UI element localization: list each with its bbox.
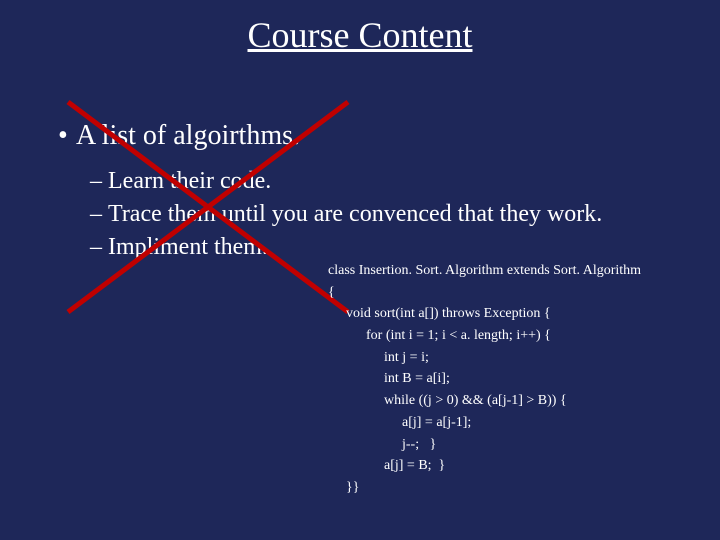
bullet-list: •A list of algoirthms. –Learn their code… [58,120,690,266]
bullet-dot-icon: • [58,120,76,152]
dash-icon: – [90,199,108,230]
code-line: while ((j > 0) && (a[j-1] > B)) { [328,390,641,412]
dash-icon: – [90,166,108,197]
bullet-sub-3-text: Impliment them. [108,234,268,260]
bullet-sub-1: –Learn their code. [90,166,690,197]
code-line: int j = i; [328,347,641,369]
code-line: a[j] = a[j-1]; [328,412,641,434]
slide: Course Content •A list of algoirthms. –L… [0,0,720,540]
bullet-main: •A list of algoirthms. [58,120,690,152]
bullet-sub-1-text: Learn their code. [108,168,271,194]
bullet-sub-3: –Impliment them. [90,232,690,263]
code-line: a[j] = B; } [328,455,641,477]
code-line: j--; } [328,434,641,456]
dash-icon: – [90,232,108,263]
code-line: { [328,282,641,304]
code-line: for (int i = 1; i < a. length; i++) { [328,325,641,347]
bullet-sub-2-text: Trace them until you are convenced that … [108,201,602,227]
code-line: int B = a[i]; [328,368,641,390]
slide-title: Course Content [0,14,720,56]
code-line: class Insertion. Sort. Algorithm extends… [328,260,641,282]
bullet-sub-2: –Trace them until you are convenced that… [90,199,690,230]
bullet-main-text: A list of algoirthms. [76,120,300,151]
code-line: }} [328,477,641,499]
code-line: void sort(int a[]) throws Exception { [328,303,641,325]
code-snippet: class Insertion. Sort. Algorithm extends… [328,260,641,499]
